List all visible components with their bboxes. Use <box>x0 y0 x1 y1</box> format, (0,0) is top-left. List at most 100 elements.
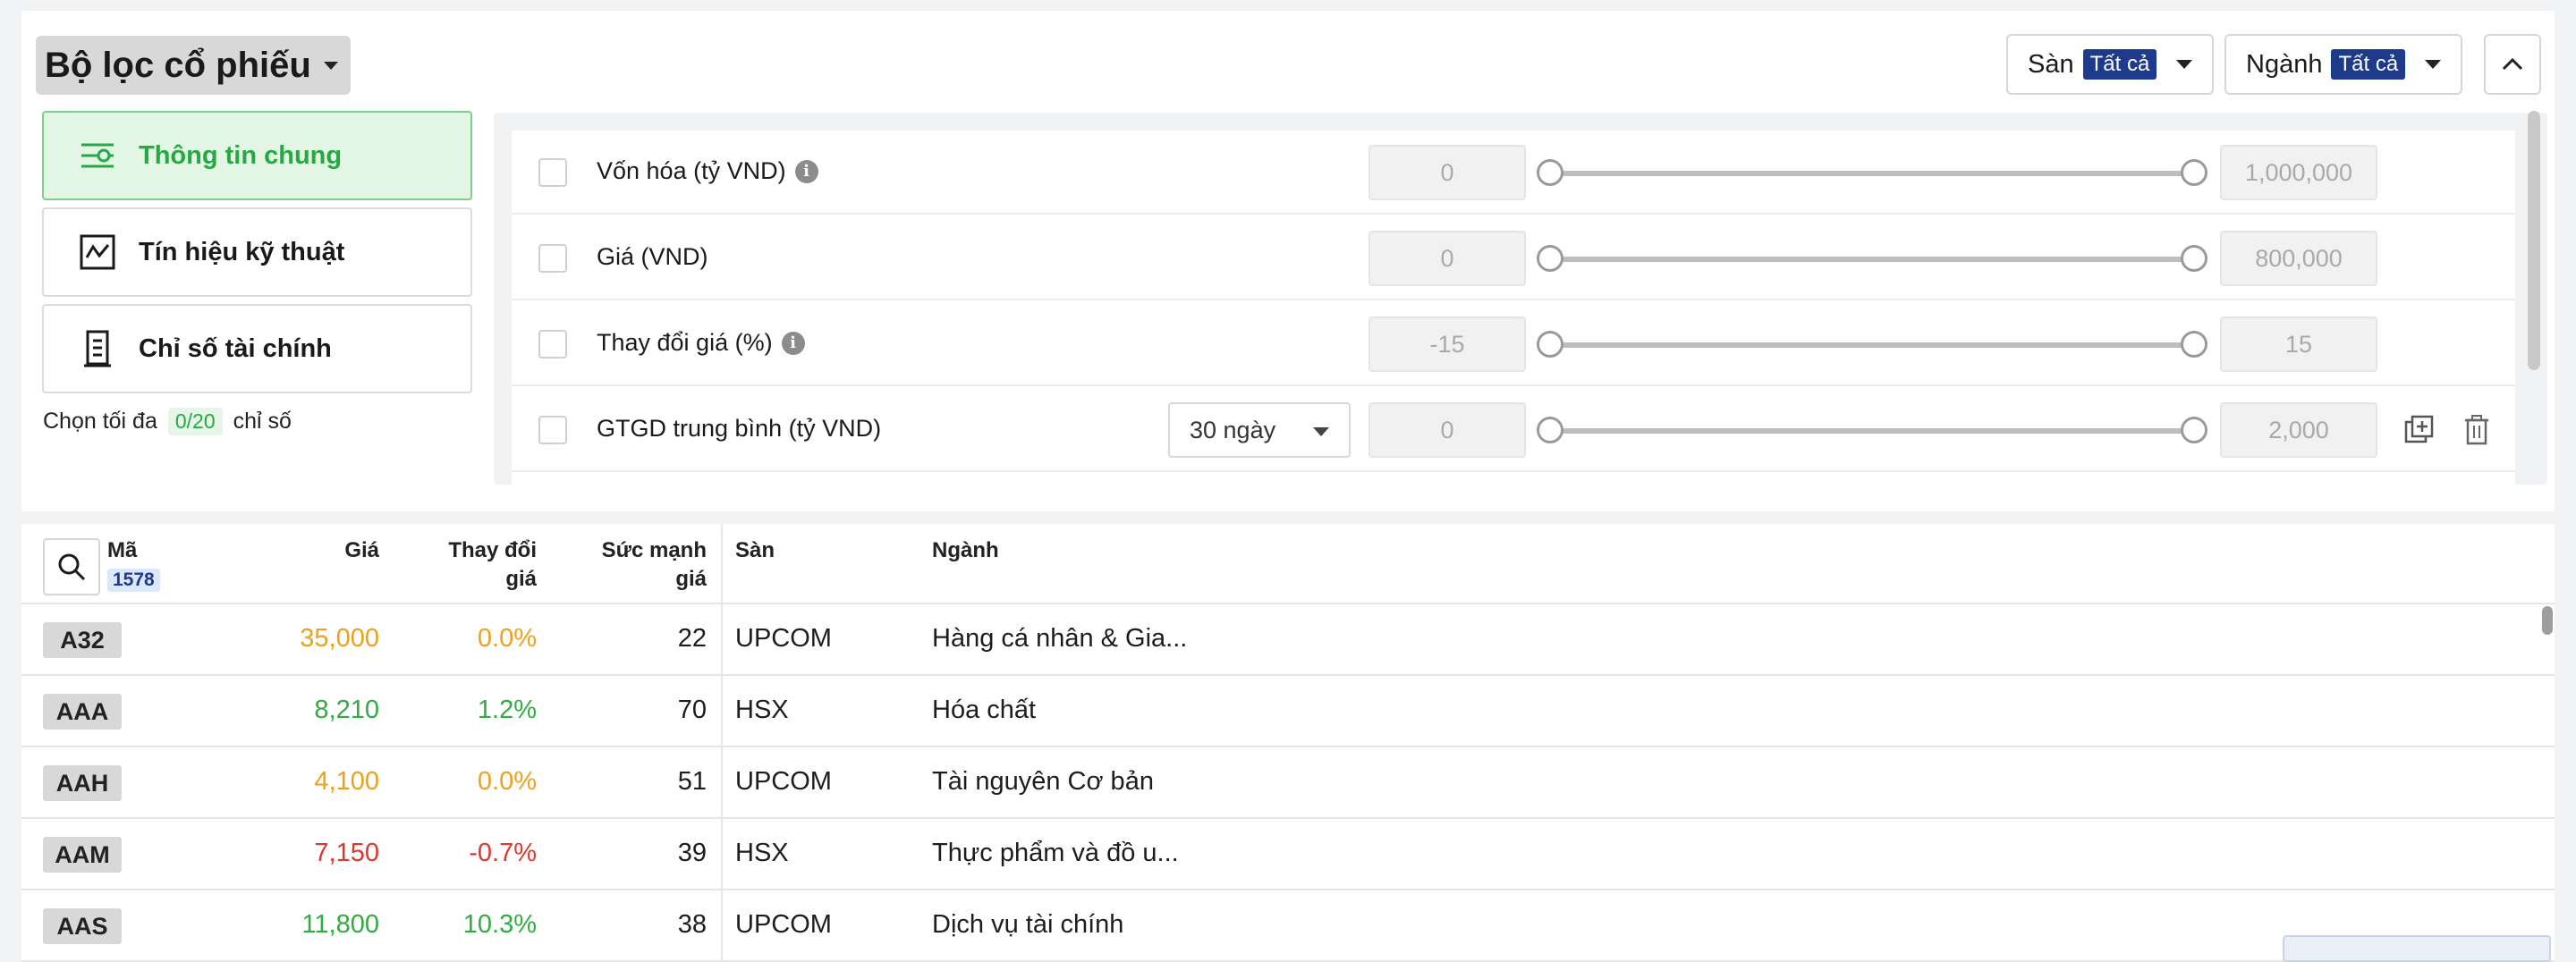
criteria-inner: Vốn hóa (tỷ VND) i 0 1,000,000 Giá (VND) … <box>512 131 2515 485</box>
table-row[interactable]: AAA 8,210 1.2% 70 HSX Hóa chất <box>21 676 2555 747</box>
change-cell: 10.3% <box>462 910 537 939</box>
range-slider[interactable] <box>1537 331 2207 358</box>
min-value-input[interactable]: 0 <box>1368 145 1526 200</box>
limit-suffix: chỉ số <box>233 409 292 434</box>
max-value-input[interactable]: 2,000 <box>2220 402 2377 458</box>
col-strength-label-1: Sức mạnh <box>601 538 707 562</box>
chart-line-icon <box>78 232 117 272</box>
max-value-input[interactable]: 800,000 <box>2220 231 2377 286</box>
criterion-label-text: GTGD trung bình (tỷ VND) <box>597 415 882 442</box>
criterion-checkbox[interactable] <box>538 158 567 187</box>
table-search-button[interactable] <box>43 538 100 595</box>
table-row[interactable]: AAM 7,150 -0.7% 39 HSX Thực phẩm và đồ u… <box>21 819 2555 890</box>
tab-label: Chỉ số tài chính <box>139 333 332 363</box>
col-price-header[interactable]: Giá <box>290 536 379 565</box>
exchange-cell: UPCOM <box>735 767 832 796</box>
col-change-header[interactable]: Thay đổi giá <box>406 536 537 594</box>
symbol-badge[interactable]: A32 <box>43 622 122 658</box>
industry-cell: Dịch vụ tài chính <box>932 910 1124 939</box>
slider-max-handle[interactable] <box>2181 159 2207 186</box>
criterion-checkbox[interactable] <box>538 244 567 273</box>
criterion-checkbox[interactable] <box>538 330 567 359</box>
strength-cell: 39 <box>677 839 707 867</box>
criterion-row: Thay đổi giá (%) i -15 15 <box>512 302 2515 386</box>
symbol-badge[interactable]: AAS <box>43 908 122 944</box>
range-slider[interactable] <box>1537 159 2207 186</box>
filter-settings-icon <box>78 136 117 175</box>
results-table: Mã 1578 Giá Thay đổi giá Sức mạnh giá Sà… <box>21 524 2555 962</box>
exchange-filter-button[interactable]: Sàn Tất cả <box>2006 34 2215 95</box>
slider-min-handle[interactable] <box>1537 331 1563 358</box>
symbol-count-badge: 1578 <box>107 569 160 592</box>
period-select[interactable]: 30 ngày <box>1168 402 1351 458</box>
min-value-input[interactable]: 0 <box>1368 231 1526 286</box>
criterion-row: Giá (VND) 0 800,000 <box>512 216 2515 300</box>
screener-title-dropdown[interactable]: Bộ lọc cổ phiếu <box>36 36 351 95</box>
price-cell: 4,100 <box>314 767 379 796</box>
max-value-input[interactable]: 15 <box>2220 316 2377 372</box>
criterion-label-text: Vốn hóa (tỷ VND) <box>597 157 786 184</box>
slider-min-handle[interactable] <box>1537 417 1563 443</box>
info-icon[interactable]: i <box>781 331 805 355</box>
change-cell: 0.0% <box>477 767 537 796</box>
criterion-checkbox[interactable] <box>538 416 567 444</box>
col-symbol-header[interactable]: Mã 1578 <box>107 536 160 594</box>
change-cell: 1.2% <box>477 696 537 724</box>
caret-down-icon <box>2425 60 2442 69</box>
range-slider[interactable] <box>1537 417 2207 443</box>
criteria-scrollbar[interactable] <box>2528 111 2540 370</box>
min-value-input[interactable]: -15 <box>1368 316 1526 372</box>
col-exchange-header[interactable]: Sàn <box>735 536 775 565</box>
price-cell: 7,150 <box>314 839 379 867</box>
table-row[interactable]: A32 35,000 0.0% 22 UPCOM Hàng cá nhân & … <box>21 604 2555 676</box>
exchange-filter-label: Sàn <box>2028 49 2074 79</box>
max-value-input[interactable]: 1,000,000 <box>2220 145 2377 200</box>
criterion-label: GTGD trung bình (tỷ VND) <box>597 415 881 443</box>
slider-min-handle[interactable] <box>1537 159 1563 186</box>
screen-thumbnail[interactable] <box>2283 935 2551 962</box>
tab-technical-signals[interactable]: Tín hiệu kỹ thuật <box>42 207 472 297</box>
table-row[interactable]: AAH 4,100 0.0% 51 UPCOM Tài nguyên Cơ bả… <box>21 747 2555 819</box>
industry-cell: Thực phẩm và đồ u... <box>932 839 1179 867</box>
strength-cell: 38 <box>677 910 707 939</box>
strength-cell: 22 <box>677 624 707 653</box>
slider-min-handle[interactable] <box>1537 245 1563 272</box>
duplicate-icon[interactable] <box>2402 413 2436 447</box>
table-row[interactable]: AAS 11,800 10.3% 38 UPCOM Dịch vụ tài ch… <box>21 890 2555 962</box>
tab-financial-ratios[interactable]: Chỉ số tài chính <box>42 304 472 393</box>
min-value-input[interactable]: 0 <box>1368 402 1526 458</box>
col-industry-header[interactable]: Ngành <box>932 536 999 565</box>
industry-filter-label: Ngành <box>2246 49 2323 79</box>
col-strength-label-2: giá <box>675 567 707 591</box>
criterion-row: GTGD trung bình (tỷ VND) 30 ngày 0 2,000 <box>512 388 2515 472</box>
collapse-button[interactable] <box>2484 34 2541 95</box>
price-cell: 11,800 <box>301 910 379 939</box>
exchange-cell: HSX <box>735 839 789 867</box>
tab-general-info[interactable]: Thông tin chung <box>42 111 472 200</box>
change-cell: 0.0% <box>477 624 537 653</box>
col-strength-header[interactable]: Sức mạnh giá <box>567 536 707 594</box>
industry-cell: Hàng cá nhân & Gia... <box>932 624 1188 653</box>
document-icon <box>78 329 117 368</box>
range-slider[interactable] <box>1537 245 2207 272</box>
slider-max-handle[interactable] <box>2181 245 2207 272</box>
slider-max-handle[interactable] <box>2181 331 2207 358</box>
symbol-badge[interactable]: AAA <box>43 694 122 730</box>
table-scrollbar[interactable] <box>2542 606 2553 635</box>
trash-icon[interactable] <box>2460 413 2494 447</box>
industry-filter-button[interactable]: Ngành Tất cả <box>2224 34 2463 95</box>
criteria-list: Vốn hóa (tỷ VND) i 0 1,000,000 Giá (VND) … <box>494 113 2547 485</box>
exchange-cell: HSX <box>735 696 789 724</box>
symbol-badge[interactable]: AAM <box>43 837 122 873</box>
tab-label: Thông tin chung <box>139 140 343 170</box>
industry-cell: Tài nguyên Cơ bản <box>932 767 1154 796</box>
search-icon <box>58 553 86 581</box>
info-icon[interactable]: i <box>794 159 818 183</box>
period-select-value: 30 ngày <box>1190 416 1276 443</box>
symbol-badge[interactable]: AAH <box>43 765 122 801</box>
table-header: Mã 1578 Giá Thay đổi giá Sức mạnh giá Sà… <box>21 524 2555 604</box>
industry-cell: Hóa chất <box>932 696 1037 724</box>
price-cell: 8,210 <box>314 696 379 724</box>
slider-max-handle[interactable] <box>2181 417 2207 443</box>
exchange-filter-value: Tất cả <box>2082 49 2157 80</box>
